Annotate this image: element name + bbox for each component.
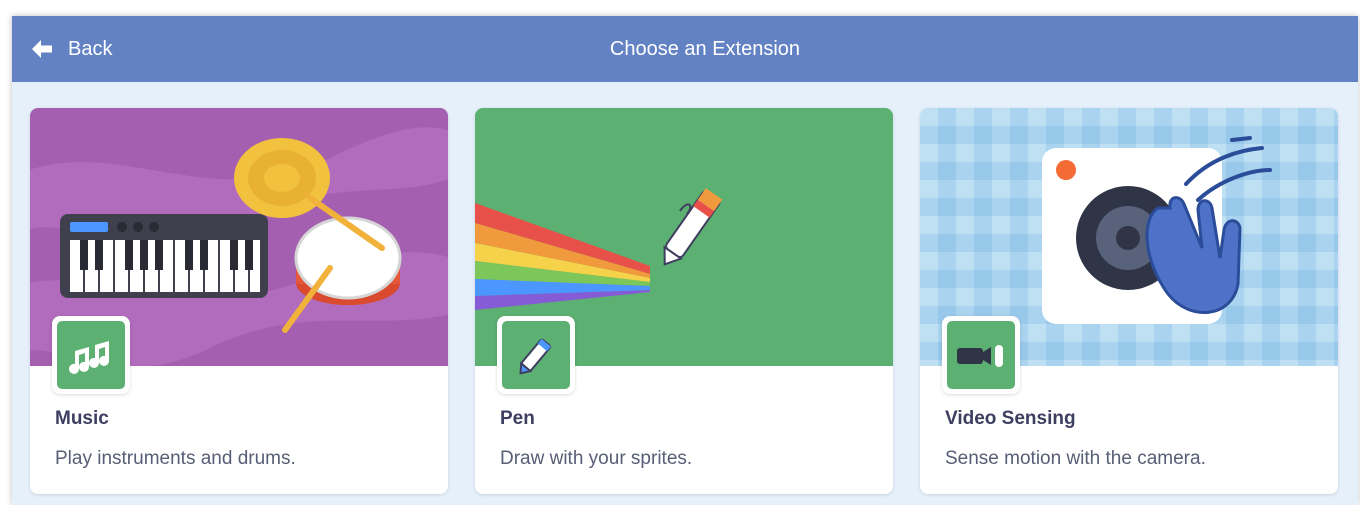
pen-icon (519, 338, 552, 375)
pen-icon-frame (497, 316, 575, 394)
extension-card-music[interactable]: Music Play instruments and drums. (30, 108, 448, 494)
extension-library-modal: Back Choose an Extension Music Play inst… (12, 16, 1358, 505)
modal-header: Back Choose an Extension (12, 16, 1358, 82)
music-icon-frame (52, 316, 130, 394)
extension-title: Video Sensing (945, 408, 1076, 429)
extension-card-video-sensing[interactable]: Video Sensing Sense motion with the came… (920, 108, 1338, 494)
video-camera-icon (957, 345, 1003, 367)
extension-title: Music (55, 408, 109, 429)
extension-title: Pen (500, 408, 535, 429)
extension-description: Sense motion with the camera. (945, 448, 1206, 469)
extension-description: Play instruments and drums. (55, 448, 296, 469)
video-sensing-icon-frame (942, 316, 1020, 394)
music-notes-icon (69, 341, 109, 374)
modal-title: Choose an Extension (609, 38, 801, 60)
extension-card-pen[interactable]: Pen Draw with your sprites. (475, 108, 893, 494)
extension-description: Draw with your sprites. (500, 448, 693, 469)
